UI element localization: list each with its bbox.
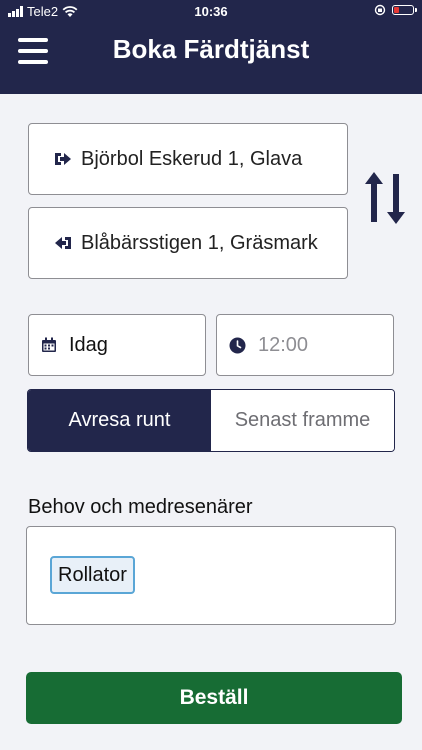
orientation-lock-icon (374, 4, 386, 16)
status-bar: Tele2 10:36 (0, 0, 422, 24)
calendar-icon (42, 337, 56, 352)
date-value: Idag (69, 333, 108, 356)
battery-level (394, 7, 399, 13)
order-button[interactable]: Beställ (26, 672, 402, 724)
depart-around-option[interactable]: Avresa runt (28, 390, 211, 451)
needs-chip-rollator[interactable]: Rollator (50, 556, 135, 594)
arrive-latest-option[interactable]: Senast framme (211, 390, 394, 451)
swap-vertical-icon (365, 172, 405, 224)
battery-icon (392, 5, 417, 15)
status-time: 10:36 (194, 4, 228, 19)
time-field[interactable]: 12:00 (216, 314, 394, 376)
date-field[interactable]: Idag (28, 314, 206, 376)
sign-in-icon (55, 237, 71, 249)
app-header: Tele2 10:36 Boka Färdtjänst (0, 0, 422, 94)
departure-mode-toggle: Avresa runt Senast framme (27, 389, 395, 452)
to-address-text: Blåbärsstigen 1, Gräsmark (81, 231, 318, 254)
needs-label: Behov och medresenärer (28, 496, 253, 518)
sign-out-icon (55, 153, 71, 165)
from-address-field[interactable]: Björbol Eskerud 1, Glava (28, 123, 348, 195)
page-title: Boka Färdtjänst (112, 34, 310, 64)
needs-selector[interactable]: Rollator (26, 526, 396, 625)
system-indicators (374, 4, 417, 16)
to-address-field[interactable]: Blåbärsstigen 1, Gräsmark (28, 207, 348, 279)
swap-addresses-button[interactable] (364, 170, 406, 226)
time-placeholder: 12:00 (258, 333, 309, 356)
clock-icon (229, 337, 246, 353)
from-address-text: Björbol Eskerud 1, Glava (81, 147, 303, 170)
